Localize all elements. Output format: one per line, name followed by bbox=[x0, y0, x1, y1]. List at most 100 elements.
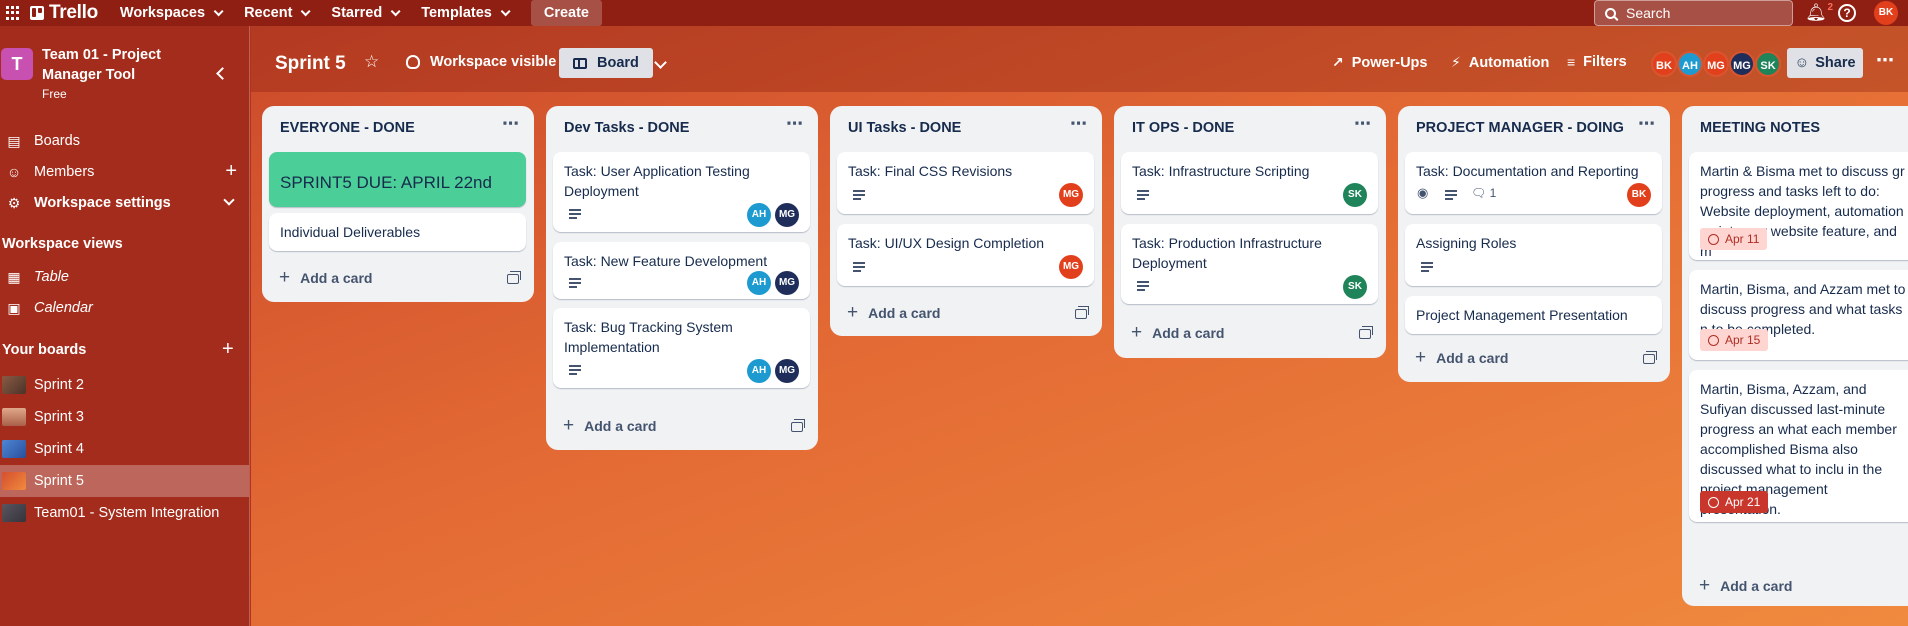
card-member-avatar[interactable]: MG bbox=[775, 359, 799, 383]
member-avatar[interactable]: BK bbox=[1651, 51, 1677, 77]
add-member-icon[interactable]: + bbox=[225, 161, 237, 181]
card-title: SPRINT5 DUE: APRIL 22nd bbox=[280, 173, 492, 192]
list-menu-icon[interactable]: ⋯ bbox=[1070, 114, 1088, 134]
card-member-avatar[interactable]: AH bbox=[747, 271, 771, 295]
card-member-avatar[interactable]: AH bbox=[747, 359, 771, 383]
add-card-button[interactable]: + Add a card bbox=[1699, 576, 1792, 595]
board-menu-icon[interactable]: ⋯ bbox=[1876, 50, 1895, 71]
card[interactable]: Task: New Feature Development AH MG bbox=[553, 242, 810, 299]
card[interactable]: Task: User Application Testing Deploymen… bbox=[553, 152, 810, 232]
card[interactable]: Project Management Presentation bbox=[1405, 296, 1662, 334]
rocket-icon: ↗ bbox=[1332, 54, 1344, 70]
plus-icon: + bbox=[1131, 322, 1143, 343]
nav-workspaces[interactable]: Workspaces bbox=[120, 5, 224, 21]
visibility-button[interactable]: Workspace visible bbox=[406, 54, 556, 70]
board-title[interactable]: Sprint 5 bbox=[275, 53, 346, 75]
view-switcher-chevron-icon[interactable] bbox=[654, 56, 667, 69]
add-card-button[interactable]: + Add a card bbox=[279, 268, 372, 287]
card-template-icon[interactable] bbox=[791, 419, 805, 432]
card-template-icon[interactable] bbox=[507, 271, 521, 284]
card[interactable]: Task: Final CSS Revisions MG bbox=[837, 152, 1094, 214]
add-card-button[interactable]: + Add a card bbox=[847, 303, 940, 322]
notifications-button[interactable]: 🔔︎ 2 bbox=[1805, 2, 1833, 24]
sidebar-board-system-integration[interactable]: Team01 - System Integration bbox=[0, 497, 249, 529]
card-member-avatar[interactable]: MG bbox=[1059, 255, 1083, 279]
card[interactable]: Task: Production Infrastructure Deployme… bbox=[1121, 224, 1378, 304]
list-menu-icon[interactable]: ⋯ bbox=[1638, 114, 1656, 134]
card[interactable]: Martin, Bisma, Azzam, and Sufiyan discus… bbox=[1689, 370, 1908, 522]
card-template-icon[interactable] bbox=[1075, 306, 1089, 319]
sidebar-item-calendar[interactable]: ▣ Calendar bbox=[0, 293, 249, 323]
list-title[interactable]: MEETING NOTES bbox=[1700, 120, 1820, 136]
add-card-label: Add a card bbox=[1152, 325, 1225, 341]
card-member-avatar[interactable]: SK bbox=[1343, 183, 1367, 207]
card-member-avatar[interactable]: AH bbox=[747, 203, 771, 227]
member-avatar[interactable]: AH bbox=[1677, 51, 1703, 77]
list-menu-icon[interactable]: ⋯ bbox=[502, 114, 520, 134]
member-avatar[interactable]: SK bbox=[1755, 51, 1781, 77]
sidebar-board-sprint-2[interactable]: Sprint 2 bbox=[0, 369, 249, 401]
sidebar-item-label: Boards bbox=[34, 133, 80, 149]
share-button[interactable]: ☺ Share bbox=[1787, 48, 1863, 78]
add-card-button[interactable]: + Add a card bbox=[1131, 322, 1225, 343]
card-member-avatar[interactable]: SK bbox=[1343, 275, 1367, 299]
app-switcher-icon[interactable] bbox=[6, 6, 20, 20]
list-title[interactable]: Dev Tasks - DONE bbox=[564, 120, 689, 136]
card-member-avatar[interactable]: BK bbox=[1627, 183, 1651, 207]
list-title[interactable]: PROJECT MANAGER - DOING bbox=[1416, 120, 1624, 136]
card[interactable]: Assigning Roles bbox=[1405, 224, 1662, 286]
list-menu-icon[interactable]: ⋯ bbox=[1354, 114, 1372, 134]
help-icon[interactable]: ? bbox=[1838, 4, 1856, 22]
list-title[interactable]: UI Tasks - DONE bbox=[848, 120, 961, 136]
sidebar-board-sprint-3[interactable]: Sprint 3 bbox=[0, 401, 249, 433]
card-template-icon[interactable] bbox=[1359, 326, 1373, 339]
card[interactable]: Individual Deliverables bbox=[269, 213, 526, 251]
create-button[interactable]: Create bbox=[530, 0, 602, 26]
add-card-button[interactable]: + Add a card bbox=[1415, 348, 1508, 367]
sidebar-board-sprint-5[interactable]: Sprint 5 bbox=[0, 465, 249, 497]
board-label: Sprint 2 bbox=[34, 377, 84, 393]
sidebar-item-boards[interactable]: ▤ Boards bbox=[0, 126, 249, 156]
list-menu-icon[interactable]: ⋯ bbox=[786, 114, 804, 134]
sidebar-item-table[interactable]: ▦ Table bbox=[0, 262, 249, 292]
sidebar-item-workspace-settings[interactable]: ⚙ Workspace settings bbox=[0, 188, 249, 218]
card-title: Task: Bug Tracking System Implementation bbox=[564, 319, 733, 355]
card-member-avatar[interactable]: MG bbox=[775, 271, 799, 295]
powerups-button[interactable]: ↗ Power-Ups bbox=[1332, 54, 1427, 71]
card[interactable]: Task: Documentation and Reporting ◉ 🗨︎ 1… bbox=[1405, 152, 1662, 214]
trello-logo[interactable]: Trello bbox=[30, 2, 98, 24]
nav-starred[interactable]: Starred bbox=[331, 5, 401, 21]
card-member-avatar[interactable]: MG bbox=[1059, 183, 1083, 207]
due-date-badge[interactable]: Apr 11 bbox=[1700, 228, 1768, 250]
card[interactable]: Task: Infrastructure Scripting SK bbox=[1121, 152, 1378, 214]
list-title[interactable]: IT OPS - DONE bbox=[1132, 120, 1234, 136]
nav-templates[interactable]: Templates bbox=[421, 5, 511, 21]
filters-button[interactable]: ≡ Filters bbox=[1567, 54, 1627, 70]
member-avatar[interactable]: MG bbox=[1703, 51, 1729, 77]
card[interactable]: SPRINT5 DUE: APRIL 22nd bbox=[269, 152, 526, 207]
card[interactable]: Task: Bug Tracking System Implementation… bbox=[553, 308, 810, 388]
account-avatar[interactable]: BK bbox=[1874, 1, 1898, 25]
due-date-badge[interactable]: Apr 21 bbox=[1700, 491, 1769, 513]
star-icon[interactable]: ☆ bbox=[364, 52, 379, 72]
card[interactable]: Martin, Bisma, and Azzam met to discuss … bbox=[1689, 270, 1908, 360]
collapse-sidebar-icon[interactable] bbox=[216, 67, 229, 80]
chevron-down-icon[interactable] bbox=[223, 194, 235, 206]
nav-recent[interactable]: Recent bbox=[244, 5, 311, 21]
card[interactable]: Task: UI/UX Design Completion MG bbox=[837, 224, 1094, 286]
card-member-avatar[interactable]: MG bbox=[775, 203, 799, 227]
add-board-icon[interactable]: + bbox=[222, 338, 234, 361]
search-input[interactable]: Search bbox=[1594, 0, 1793, 26]
automation-button[interactable]: ⚡︎ Automation bbox=[1451, 54, 1549, 71]
card-title: Task: Documentation and Reporting bbox=[1416, 163, 1639, 179]
add-card-button[interactable]: + Add a card bbox=[563, 416, 656, 435]
list-title[interactable]: EVERYONE - DONE bbox=[280, 120, 415, 136]
board-view-button[interactable]: Board bbox=[559, 48, 653, 78]
due-date-badge[interactable]: Apr 15 bbox=[1700, 329, 1769, 351]
sidebar-board-sprint-4[interactable]: Sprint 4 bbox=[0, 433, 249, 465]
member-avatar[interactable]: MG bbox=[1729, 51, 1755, 77]
board-thumbnail bbox=[2, 408, 26, 426]
sidebar-item-members[interactable]: ☺ Members + bbox=[0, 157, 249, 187]
card[interactable]: Martin & Bisma met to discuss gr progres… bbox=[1689, 152, 1908, 260]
card-template-icon[interactable] bbox=[1643, 351, 1657, 364]
